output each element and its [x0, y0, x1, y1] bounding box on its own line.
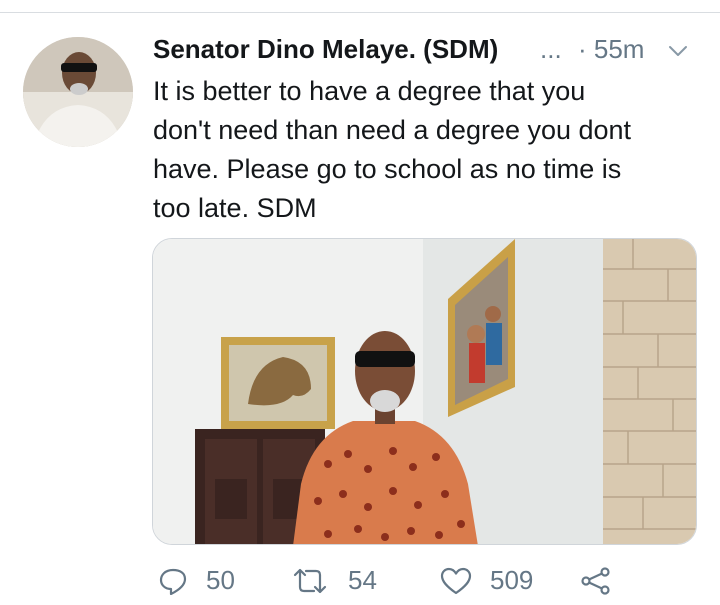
avatar-image — [23, 37, 133, 147]
top-divider — [0, 12, 720, 13]
tweet-actions: 50 54 509 — [152, 565, 712, 605]
author-name[interactable]: Senator Dino Melaye. (SDM) — [153, 34, 498, 65]
avatar[interactable] — [23, 37, 133, 147]
tweet-header: Senator Dino Melaye. (SDM) ... · 55m — [153, 34, 698, 70]
timestamp[interactable]: · 55m — [578, 34, 644, 65]
tweet-text: It is better to have a degree that you d… — [153, 76, 632, 223]
name-truncation: ... — [540, 34, 562, 64]
heart-icon — [440, 567, 472, 595]
reply-button[interactable]: 50 — [158, 565, 248, 595]
tweet-media[interactable] — [152, 238, 697, 545]
like-count: 509 — [490, 565, 534, 595]
retweet-icon — [293, 568, 327, 594]
share-icon — [581, 567, 610, 595]
tweet-photo — [153, 239, 696, 544]
retweet-count: 54 — [348, 565, 377, 595]
retweet-button[interactable]: 54 — [292, 565, 392, 595]
like-button[interactable]: 509 — [440, 565, 540, 595]
share-button[interactable] — [580, 565, 614, 595]
reply-icon — [159, 568, 187, 595]
chevron-down-icon[interactable] — [667, 40, 689, 62]
reply-count: 50 — [206, 565, 235, 595]
